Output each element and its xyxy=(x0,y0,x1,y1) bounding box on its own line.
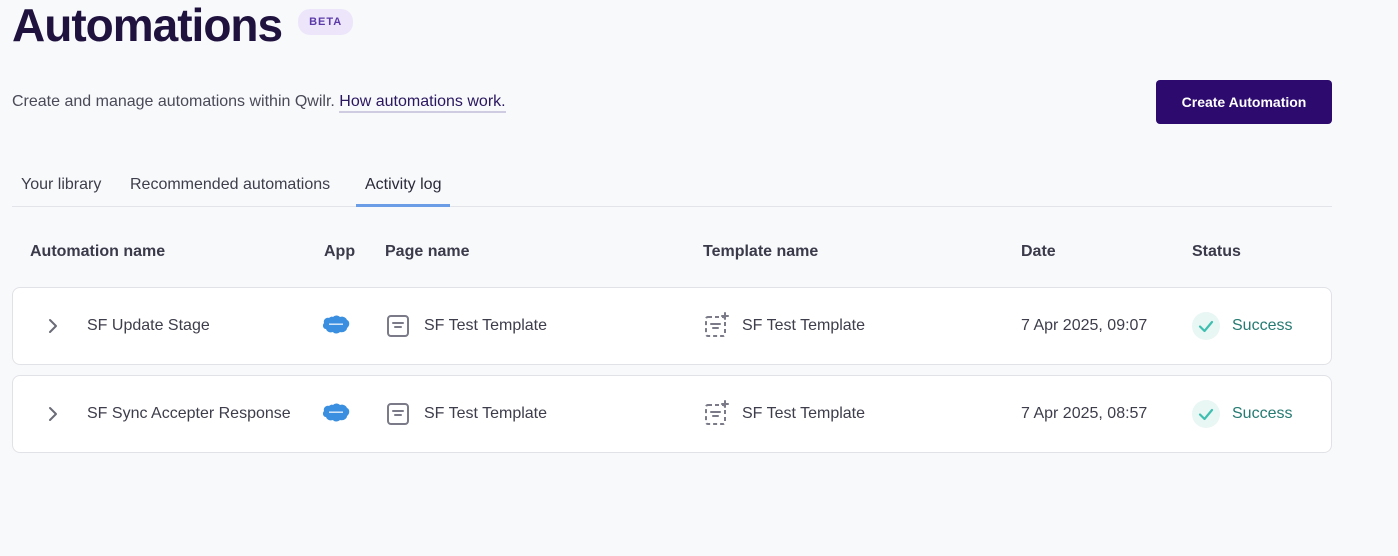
page-name: SF Test Template xyxy=(424,317,548,334)
table-row[interactable]: SF Update Stage SF Test Template SF Test… xyxy=(12,287,1332,365)
template-icon xyxy=(705,312,729,337)
table-header: Automation name App Page name Template n… xyxy=(12,243,1332,267)
check-icon xyxy=(1192,400,1220,428)
page-icon xyxy=(387,315,409,337)
salesforce-icon xyxy=(322,403,350,422)
template-name: SF Test Template xyxy=(742,405,866,422)
template-icon xyxy=(705,400,729,425)
column-header-template-name: Template name xyxy=(703,243,819,260)
chevron-right-icon[interactable] xyxy=(45,316,61,336)
beta-badge: BETA xyxy=(298,9,354,35)
page-description: Create and manage automations within Qwi… xyxy=(12,90,506,114)
title-row: Automations BETA xyxy=(12,0,354,51)
column-header-app: App xyxy=(324,243,356,260)
page-title: Automations xyxy=(12,0,283,51)
chevron-right-icon[interactable] xyxy=(45,404,61,424)
column-header-date: Date xyxy=(1021,243,1056,260)
tab-your-library[interactable]: Your library xyxy=(12,176,110,204)
check-icon xyxy=(1192,312,1220,340)
tab-activity-log[interactable]: Activity log xyxy=(356,176,451,207)
how-automations-work-link[interactable]: How automations work. xyxy=(339,93,506,113)
salesforce-icon xyxy=(322,315,350,334)
status-label: Success xyxy=(1232,317,1293,334)
column-header-status: Status xyxy=(1192,243,1241,260)
create-automation-button[interactable]: Create Automation xyxy=(1156,80,1332,124)
status-label: Success xyxy=(1232,405,1293,422)
tab-bar: Your library Recommended automations Act… xyxy=(12,170,1332,207)
column-header-page-name: Page name xyxy=(385,243,470,260)
activity-date: 7 Apr 2025, 08:57 xyxy=(1021,405,1148,422)
template-name: SF Test Template xyxy=(742,317,866,334)
activity-date: 7 Apr 2025, 09:07 xyxy=(1021,317,1148,334)
page-icon xyxy=(387,403,409,425)
automation-name: SF Update Stage xyxy=(87,317,210,334)
table-row[interactable]: SF Sync Accepter Response SF Test Templa… xyxy=(12,375,1332,453)
automation-name: SF Sync Accepter Response xyxy=(87,405,291,422)
page-name: SF Test Template xyxy=(424,405,548,422)
tab-recommended-automations[interactable]: Recommended automations xyxy=(121,176,339,204)
description-text: Create and manage automations within Qwi… xyxy=(12,93,335,110)
column-header-automation-name: Automation name xyxy=(30,243,166,260)
